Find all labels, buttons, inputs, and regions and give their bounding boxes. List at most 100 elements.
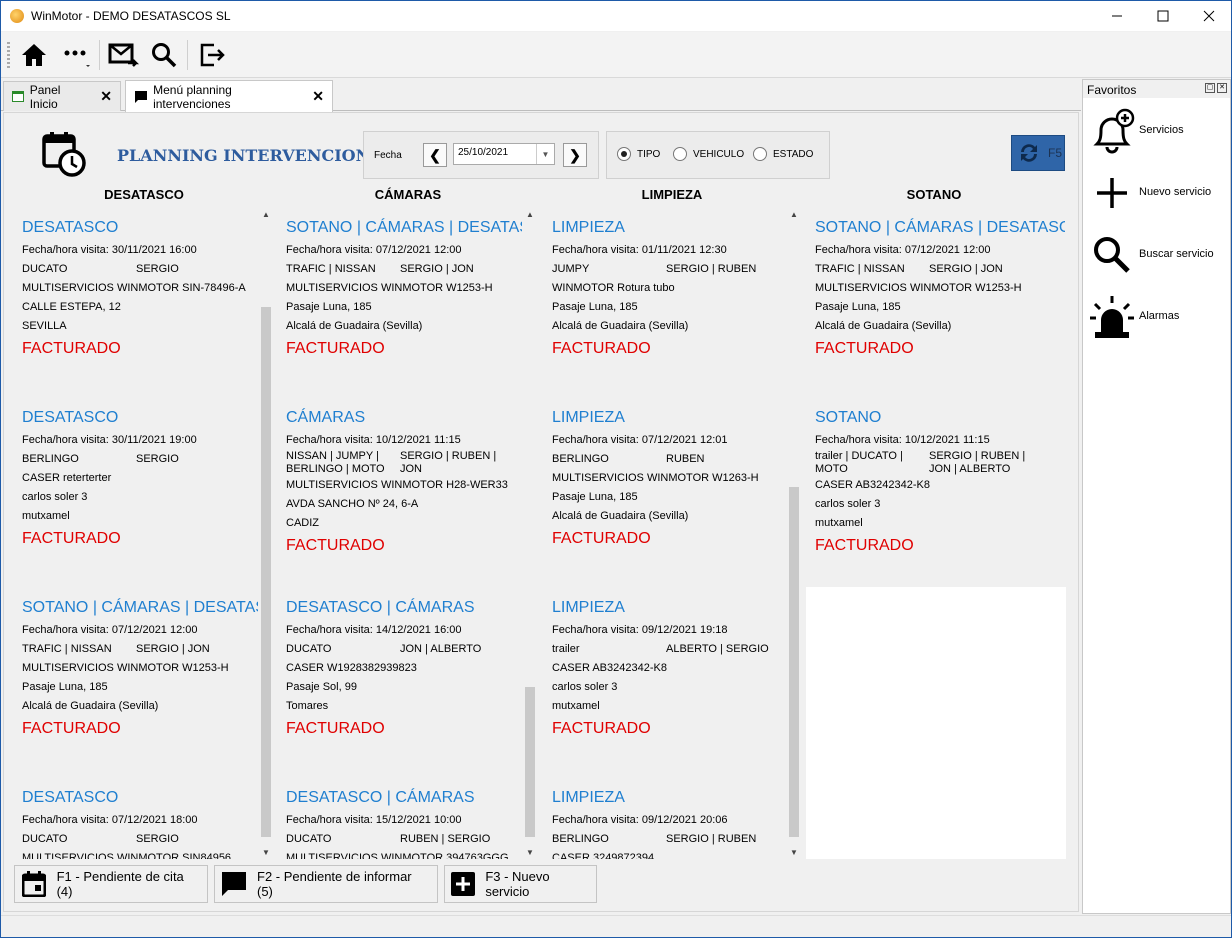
radio-tipo[interactable]: TIPO [617,147,660,161]
scrollbar-camaras[interactable]: ▲ ▼ [523,207,537,859]
card-line: Pasaje Luna, 185 [552,491,638,503]
service-card[interactable]: LIMPIEZA Fecha/hora visita: 09/12/2021 19… [552,599,788,738]
app-logo-icon [10,9,24,23]
scrollbar-limpieza[interactable]: ▲ ▼ [787,207,801,859]
page-title: PLANNING INTERVENCIONES [117,146,394,165]
service-card[interactable]: LIMPIEZA Fecha/hora visita: 07/12/2021 12… [552,409,788,548]
scroll-thumb[interactable] [525,687,535,837]
card-vehicle: JUMPY [552,263,590,275]
tab-planning-intervenciones[interactable]: Menú planning intervenciones ✕ [125,80,333,112]
service-card[interactable]: SOTANO | CÁMARAS | DESATASCO Fecha/hora v… [22,599,258,738]
planning-column: DESATASCO Fecha/hora visita: 30/11/2021 1… [22,207,258,859]
nuevo-servicio-button[interactable]: F3 - Nuevo servicio [444,865,597,903]
service-card[interactable]: DESATASCO Fecha/hora visita: 30/11/2021 1… [22,409,258,548]
card-vehicle-staff: DUCATO SERGIO [22,830,258,849]
toolbar-grip[interactable] [7,42,10,70]
date-input[interactable]: 25/10/2021 ▼ [453,143,555,165]
more-options-button[interactable] [59,38,93,72]
radio-estado[interactable]: ESTADO [753,147,813,161]
service-card[interactable]: SOTANO | CÁMARAS | DESATASCO Fecha/hora v… [815,219,1065,358]
service-card[interactable]: DESATASCO | CÁMARAS Fecha/hora visita: 15… [286,789,522,859]
chevron-down-icon[interactable]: ▼ [536,144,554,164]
plus-box-icon [451,871,476,897]
card-line: Fecha/hora visita: 10/12/2021 11:15 [815,434,990,446]
scroll-up-icon[interactable]: ▲ [259,207,273,221]
scroll-thumb[interactable] [261,307,271,837]
card-vehicle: NISSAN | JUMPY | BERLINGO | MOTO [286,450,385,475]
logout-button[interactable] [195,38,229,72]
prev-date-button[interactable]: ❮ [423,143,447,167]
card-line: MULTISERVICIOS WINMOTOR 394763GGG [286,852,509,859]
scroll-down-icon[interactable]: ▼ [259,845,273,859]
column-header-sotano: SOTANO [906,187,962,202]
service-card[interactable]: LIMPIEZA Fecha/hora visita: 09/12/2021 20… [552,789,788,859]
service-card[interactable]: DESATASCO Fecha/hora visita: 07/12/2021 1… [22,789,258,859]
card-staff: RUBEN [666,453,705,465]
card-line: Fecha/hora visita: 30/11/2021 16:00 [22,244,197,256]
card-line: Tomares [286,700,329,712]
service-card[interactable]: DESATASCO | CÁMARAS Fecha/hora visita: 14… [286,599,522,738]
card-vehicle: trailer [552,643,580,655]
card-line: Fecha/hora visita: 10/12/2021 11:15 [286,434,461,446]
card-line: carlos soler 3 [552,681,618,693]
service-card[interactable]: CÁMARAS Fecha/hora visita: 10/12/2021 11:… [286,409,522,555]
status-badge: FACTURADO [552,720,651,737]
scroll-thumb[interactable] [789,487,799,837]
card-vehicle-staff: trailer ALBERTO | SERGIO [552,640,788,659]
service-card[interactable]: LIMPIEZA Fecha/hora visita: 01/11/2021 12… [552,219,788,358]
close-window-button[interactable] [1186,1,1231,31]
tab-panel-inicio[interactable]: Panel Inicio ✕ [3,81,121,111]
card-line: SEVILLA [22,320,67,332]
pendiente-cita-button[interactable]: F1 - Pendiente de cita (4) [14,865,208,903]
radio-vehiculo[interactable]: VEHICULO [673,147,744,161]
card-staff: SERGIO [136,263,179,275]
card-staff: SERGIO | RUBEN [666,833,757,845]
minimize-button[interactable] [1094,1,1140,31]
radio-label: TIPO [637,148,661,160]
fav-alarmas[interactable]: Alarmas [1083,288,1230,348]
window-icon [12,91,24,102]
next-date-button[interactable]: ❯ [563,143,587,167]
scroll-down-icon[interactable]: ▼ [787,845,801,859]
card-line: MULTISERVICIOS WINMOTOR W1253-H [815,282,1022,294]
card-line: Fecha/hora visita: 14/12/2021 16:00 [286,624,462,636]
search-button[interactable] [147,38,181,72]
card-title: LIMPIEZA [552,409,625,426]
card-title: DESATASCO [22,409,119,426]
send-mail-button[interactable] [107,38,141,72]
refresh-button[interactable]: F5 [1011,135,1065,171]
fav-nuevo-servicio[interactable]: Nuevo servicio [1083,164,1230,224]
fav-servicios[interactable]: Servicios [1083,102,1230,162]
undock-icon[interactable]: ▢ [1205,83,1215,93]
card-title: SOTANO [815,409,882,426]
close-panel-icon[interactable]: ✕ [1217,83,1227,93]
close-tab-icon[interactable]: ✕ [100,88,112,105]
service-card[interactable]: DESATASCO Fecha/hora visita: 30/11/2021 1… [22,219,258,358]
card-line: MULTISERVICIOS WINMOTOR W1253-H [22,662,229,674]
refresh-label: F5 [1048,146,1063,160]
card-line: CASER W1928382939823 [286,662,417,674]
button-label: F3 - Nuevo servicio [485,869,550,899]
card-line: MULTISERVICIOS WINMOTOR SIN84956 [22,852,232,859]
bell-plus-icon [1089,108,1135,154]
card-line: MULTISERVICIOS WINMOTOR H28-WER33 [286,479,508,491]
fav-buscar-servicio[interactable]: Buscar servicio [1083,226,1230,286]
chevron-left-icon: ❮ [429,146,441,163]
card-vehicle: trailer | DUCATO | MOTO [815,450,903,475]
scroll-up-icon[interactable]: ▲ [787,207,801,221]
scrollbar-desatasco[interactable]: ▲ ▼ [259,207,273,859]
card-vehicle: TRAFIC | NISSAN [815,263,905,275]
service-card[interactable]: SOTANO Fecha/hora visita: 10/12/2021 11:1… [815,409,1065,555]
home-button[interactable] [17,38,51,72]
service-card[interactable]: SOTANO | CÁMARAS | DESATASCO Fecha/hora v… [286,219,522,358]
home-icon [22,44,46,66]
maximize-button[interactable] [1140,1,1186,31]
date-selector: Fecha ❮ 25/10/2021 ▼ ❯ [363,131,599,179]
scroll-down-icon[interactable]: ▼ [523,845,537,859]
calendar-icon [21,871,47,897]
pendiente-informar-button[interactable]: F2 - Pendiente de informar (5) [214,865,438,903]
close-tab-icon[interactable]: ✕ [312,88,324,105]
card-vehicle-staff: trailer | DUCATO | MOTO SERGIO | RUBEN | … [815,450,1065,476]
card-vehicle: BERLINGO [552,833,609,845]
scroll-up-icon[interactable]: ▲ [523,207,537,221]
